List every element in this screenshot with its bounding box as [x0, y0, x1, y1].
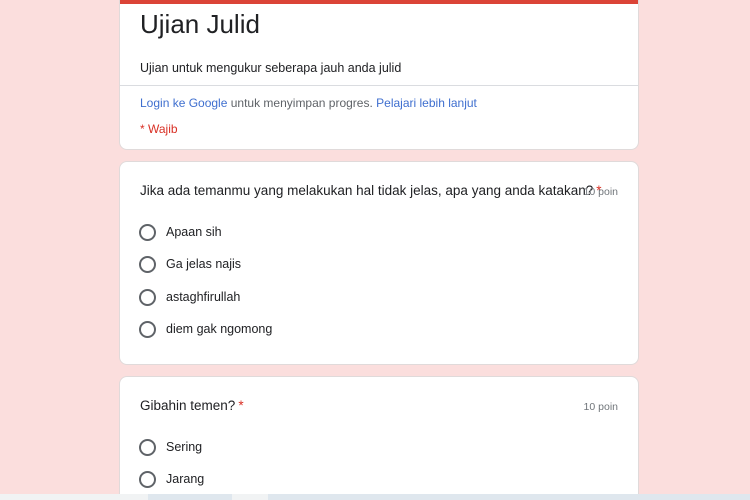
radio-option[interactable]: Jarang — [139, 469, 204, 489]
bottom-taskbar-strip — [0, 494, 750, 500]
learn-more-link[interactable]: Pelajari lebih lanjut — [376, 96, 477, 110]
radio-button[interactable] — [139, 288, 156, 306]
login-notice: Login ke Google untuk menyimpan progres.… — [140, 95, 477, 111]
radio-option[interactable]: astaghfirullah — [139, 287, 240, 307]
required-note: * Wajib — [140, 122, 178, 136]
question-points: 10 poin — [583, 186, 618, 198]
option-label: diem gak ngomong — [166, 322, 273, 336]
form-header-card: Ujian Julid Ujian untuk mengukur seberap… — [119, 0, 639, 150]
option-label: Apaan sih — [166, 225, 222, 239]
question-card: Gibahin temen? * 10 poin Sering Jarang — [119, 376, 639, 500]
question-text: Gibahin temen? — [140, 398, 236, 413]
question-card: Jika ada temanmu yang melakukan hal tida… — [119, 161, 639, 365]
radio-button[interactable] — [139, 438, 156, 456]
header-accent-bar — [120, 0, 638, 4]
radio-button[interactable] — [139, 223, 156, 241]
header-divider — [120, 85, 638, 86]
taskbar-segment — [232, 494, 268, 500]
radio-option[interactable]: Sering — [139, 437, 202, 457]
question-text: Jika ada temanmu yang melakukan hal tida… — [140, 183, 594, 198]
radio-option[interactable]: Apaan sih — [139, 222, 222, 242]
radio-option[interactable]: Ga jelas najis — [139, 254, 241, 274]
required-asterisk: * — [238, 398, 244, 413]
radio-button[interactable] — [139, 320, 156, 338]
login-link[interactable]: Login ke Google — [140, 96, 227, 110]
option-label: astaghfirullah — [166, 290, 241, 304]
radio-option[interactable]: diem gak ngomong — [139, 319, 272, 339]
form-title: Ujian Julid — [140, 9, 260, 39]
radio-button[interactable] — [139, 255, 156, 273]
taskbar-segment — [0, 494, 148, 500]
option-label: Jarang — [166, 472, 205, 486]
question-title: Jika ada temanmu yang melakukan hal tida… — [140, 182, 602, 200]
login-notice-text: untuk menyimpan progres. — [227, 96, 377, 110]
question-points: 10 poin — [583, 401, 618, 413]
radio-button[interactable] — [139, 470, 156, 488]
form-page: Ujian Julid Ujian untuk mengukur seberap… — [0, 0, 750, 500]
question-title: Gibahin temen? * — [140, 397, 244, 415]
form-description: Ujian untuk mengukur seberapa jauh anda … — [140, 61, 402, 75]
option-label: Ga jelas najis — [166, 257, 242, 271]
option-label: Sering — [166, 440, 203, 454]
